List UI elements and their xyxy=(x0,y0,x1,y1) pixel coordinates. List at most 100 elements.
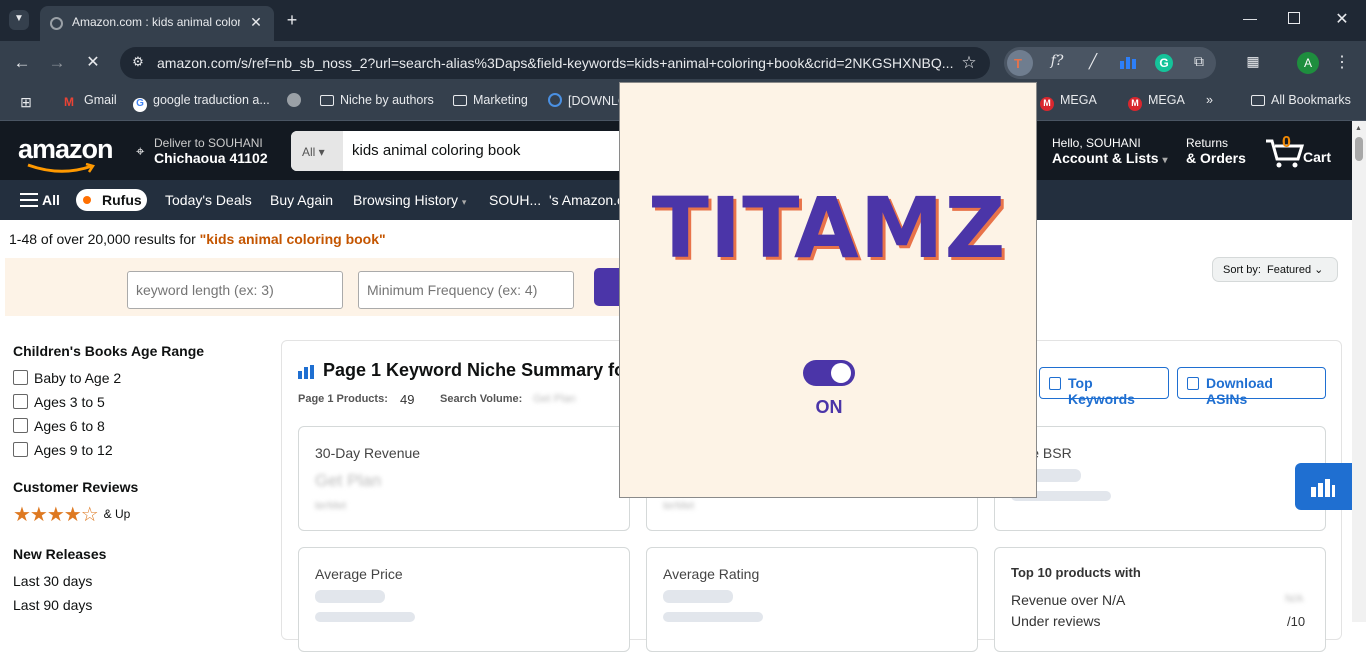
four-star-rating-filter[interactable]: ★★★★☆ & Up xyxy=(13,503,130,526)
deliver-to-label[interactable]: Deliver to SOUHANI xyxy=(154,136,263,150)
chart-icon xyxy=(1311,477,1335,497)
loading-favicon-icon xyxy=(50,17,63,30)
page-scrollbar[interactable]: ▲ xyxy=(1352,121,1366,622)
scrollbar-thumb[interactable] xyxy=(1355,137,1363,161)
nav-users-amazon[interactable]: 's Amazon.c xyxy=(549,192,624,208)
checkbox[interactable] xyxy=(13,370,28,385)
scroll-up-icon[interactable]: ▲ xyxy=(1355,125,1362,132)
bookmark-gmail[interactable]: M Gmail xyxy=(64,93,117,109)
bookmark-folder-niche[interactable]: Niche by authors xyxy=(320,93,434,107)
account-lists-menu[interactable]: Account & Lists ▾ xyxy=(1052,150,1168,166)
search-volume-value: Get Plan xyxy=(533,393,576,405)
download-asins-button[interactable]: Download ASINs xyxy=(1177,367,1326,407)
checkbox[interactable] xyxy=(13,394,28,409)
address-bar[interactable]: ⚙ amazon.com/s/ref=nb_sb_noss_2?url=sear… xyxy=(120,47,990,79)
tab-groups-icon[interactable]: ▦ xyxy=(1245,53,1261,70)
rufus-button[interactable]: Rufus xyxy=(76,189,147,211)
results-query: "kids animal coloring book" xyxy=(199,231,386,247)
bookmark-download[interactable]: [DOWNLO xyxy=(548,93,628,108)
new-tab-icon[interactable]: + xyxy=(283,10,301,31)
sort-dropdown[interactable]: Sort by: Featured ⌄ xyxy=(1212,257,1338,282)
chart-extension-icon[interactable] xyxy=(1120,57,1138,69)
folder-icon xyxy=(453,95,467,106)
nav-browsing-history[interactable]: Browsing History ▾ xyxy=(353,192,466,208)
tab-search-icon[interactable]: ▼ xyxy=(9,10,29,30)
search-input[interactable]: kids animal coloring book xyxy=(352,142,520,159)
eyedropper-extension-icon[interactable]: ╱ xyxy=(1084,53,1102,70)
card-top10-products: Top 10 products with Revenue over N/A N/… xyxy=(994,547,1326,652)
extension-toggle[interactable] xyxy=(803,360,855,386)
chrome-menu-icon[interactable]: ⋮ xyxy=(1334,52,1350,72)
card-30day-revenue: 30-Day Revenue Get Plan terMet xyxy=(298,426,630,531)
nav-all[interactable]: All xyxy=(42,192,60,208)
chevron-down-icon: ⌄ xyxy=(1314,264,1324,276)
extensions-puzzle-icon[interactable]: ⧉ xyxy=(1190,53,1208,70)
forward-icon[interactable]: → xyxy=(48,53,66,73)
globe-icon xyxy=(287,93,301,107)
star-filled-icon: ★★★★ xyxy=(13,504,82,526)
account-greeting[interactable]: Hello, SOUHANI xyxy=(1052,136,1141,150)
more-bookmarks-icon[interactable]: » xyxy=(1206,93,1213,107)
cart-label[interactable]: Cart xyxy=(1303,149,1331,165)
tab-amazon[interactable]: Amazon.com : kids animal coloring book ✕ xyxy=(40,6,274,41)
list-icon xyxy=(1187,377,1199,390)
bookmark-all[interactable]: All Bookmarks xyxy=(1251,93,1351,107)
bookmark-mega-1[interactable]: M MEGA xyxy=(1040,93,1097,111)
site-settings-icon[interactable]: ⚙ xyxy=(129,54,147,70)
apps-grid-icon[interactable]: ⊞ xyxy=(18,94,34,111)
top10-row-reviews: Under reviews xyxy=(1011,613,1101,629)
bookmark-folder-marketing[interactable]: Marketing xyxy=(453,93,528,107)
bookmark-mega-2[interactable]: M MEGA xyxy=(1128,93,1185,111)
bookmark-star-icon[interactable]: ☆ xyxy=(959,53,979,73)
mega-icon: M xyxy=(1128,97,1142,111)
summary-chart-icon xyxy=(298,365,316,379)
stop-loading-icon[interactable]: ✕ xyxy=(84,52,102,72)
url-text[interactable]: amazon.com/s/ref=nb_sb_noss_2?url=search… xyxy=(157,55,957,71)
close-tab-icon[interactable]: ✕ xyxy=(248,14,264,31)
amazon-smile-icon xyxy=(27,163,95,173)
grammarly-extension-icon[interactable]: G xyxy=(1155,54,1173,72)
titamz-logo: TITAMZ xyxy=(651,179,1007,277)
titamz-extension-icon[interactable]: T xyxy=(1007,50,1033,76)
age-option-3-5[interactable]: Ages 3 to 5 xyxy=(13,394,105,410)
nav-todays-deals[interactable]: Today's Deals xyxy=(165,192,252,208)
deliver-location[interactable]: Chichaoua 41102 xyxy=(154,150,268,166)
orders-link[interactable]: & Orders xyxy=(1186,150,1246,166)
age-option-6-8[interactable]: Ages 6 to 8 xyxy=(13,418,105,434)
back-icon[interactable]: ← xyxy=(13,53,31,73)
new-releases-heading: New Releases xyxy=(13,546,107,562)
gmail-icon: M xyxy=(64,95,74,109)
returns-label[interactable]: Returns xyxy=(1186,136,1228,150)
top-keywords-button[interactable]: Top Keywords xyxy=(1039,367,1169,407)
floating-chart-button[interactable] xyxy=(1295,463,1352,510)
page1-products-label: Page 1 Products: xyxy=(298,393,388,405)
nav-user-name[interactable]: SOUH... xyxy=(489,192,541,208)
age-option-baby[interactable]: Baby to Age 2 xyxy=(13,370,121,386)
revenue-value: Get Plan xyxy=(315,471,382,490)
bookmark-google-translate[interactable]: Ggoogle traduction a... xyxy=(133,93,270,112)
cart-count: 0 xyxy=(1282,134,1291,151)
browser-tab-strip: ▼ Amazon.com : kids animal coloring book… xyxy=(0,0,1366,41)
minimize-icon[interactable]: — xyxy=(1242,10,1258,26)
rufus-icon xyxy=(83,196,91,204)
hamburger-menu-icon[interactable] xyxy=(20,193,38,207)
profile-avatar[interactable]: A xyxy=(1297,52,1319,74)
amazon-logo[interactable]: amazon xyxy=(18,134,114,165)
folder-icon xyxy=(1251,95,1265,106)
nav-buy-again[interactable]: Buy Again xyxy=(270,192,333,208)
releases-last-90[interactable]: Last 90 days xyxy=(13,597,92,613)
restore-icon[interactable] xyxy=(1288,12,1300,24)
min-frequency-input[interactable] xyxy=(358,271,574,309)
search-volume-label: Search Volume: xyxy=(440,393,523,405)
keyword-length-input[interactable] xyxy=(127,271,343,309)
revenue-sub: terMet xyxy=(315,500,347,512)
checkbox[interactable] xyxy=(13,418,28,433)
formula-extension-icon[interactable]: f? xyxy=(1048,53,1066,69)
card-average-rating: Average Rating xyxy=(646,547,978,652)
releases-last-30[interactable]: Last 30 days xyxy=(13,573,92,589)
close-window-icon[interactable]: ✕ xyxy=(1334,9,1350,29)
search-category-select[interactable]: All ▾ xyxy=(291,131,343,171)
bookmark-globe[interactable] xyxy=(287,93,307,108)
checkbox[interactable] xyxy=(13,442,28,457)
age-option-9-12[interactable]: Ages 9 to 12 xyxy=(13,442,113,458)
